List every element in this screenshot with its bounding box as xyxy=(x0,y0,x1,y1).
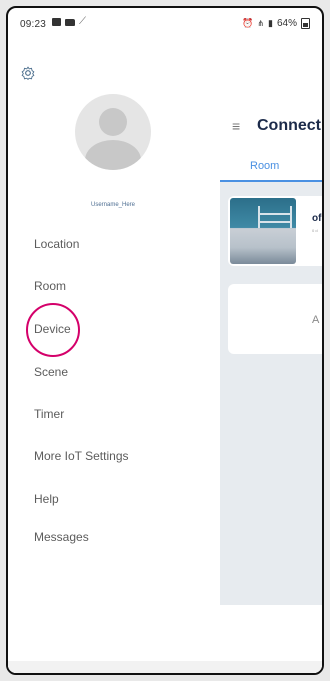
menu-item-help[interactable]: Help xyxy=(34,488,204,510)
menu-item-more-iot-settings[interactable]: More IoT Settings xyxy=(34,445,204,467)
wrench-icon: ⟋ xyxy=(79,16,86,27)
page-title: Connect xyxy=(257,117,321,134)
phone-frame: 09:23 ⟋ ⏰ ⋔ ▮ 64% ≡ Connect Room of 0 d xyxy=(6,6,324,675)
tab-room[interactable]: Room xyxy=(250,160,279,172)
wifi-icon: ⋔ xyxy=(257,19,265,28)
status-time: 09:23 xyxy=(20,19,47,30)
device-highlight-circle xyxy=(26,303,80,357)
avatar[interactable] xyxy=(75,94,151,170)
content-header: ≡ Connect xyxy=(220,114,322,154)
battery-icon xyxy=(301,18,310,29)
room-image xyxy=(230,198,296,264)
menu-item-scene[interactable]: Scene xyxy=(34,361,204,383)
add-card[interactable]: A xyxy=(228,284,322,354)
battery-percent: 64% xyxy=(276,18,297,29)
avatar-head xyxy=(99,108,127,136)
avatar-body xyxy=(85,140,141,170)
username-label: Username_Here xyxy=(90,202,136,208)
room-name: of xyxy=(312,213,322,224)
tab-bar: Room xyxy=(220,158,322,182)
add-text: A xyxy=(312,314,320,326)
folder-icon xyxy=(65,18,75,26)
status-bar: 09:23 ⟋ ⏰ ⋔ ▮ 64% xyxy=(8,8,322,36)
menu-item-timer[interactable]: Timer xyxy=(34,403,204,425)
status-left-icons: ⟋ xyxy=(52,16,87,27)
navigation-drawer: Username_Here Location Room Device Scene… xyxy=(8,36,220,673)
room-card[interactable]: of 0 d xyxy=(228,196,322,266)
alarm-icon: ⏰ xyxy=(242,18,254,28)
main-content: ≡ Connect Room of 0 d A xyxy=(220,36,322,673)
signal-icon: ▮ xyxy=(268,18,273,28)
hamburger-icon[interactable]: ≡ xyxy=(232,118,240,134)
settings-icon[interactable] xyxy=(21,66,35,80)
shelf-shape xyxy=(258,206,292,228)
menu-item-location[interactable]: Location xyxy=(34,233,204,255)
gallery-icon xyxy=(52,18,61,26)
status-right: ⏰ ⋔ ▮ 64% xyxy=(242,18,310,29)
room-sub: 0 d xyxy=(312,228,318,233)
menu-item-messages[interactable]: Messages xyxy=(34,526,204,548)
bottom-bar xyxy=(8,661,322,673)
menu-item-room[interactable]: Room xyxy=(34,275,204,297)
